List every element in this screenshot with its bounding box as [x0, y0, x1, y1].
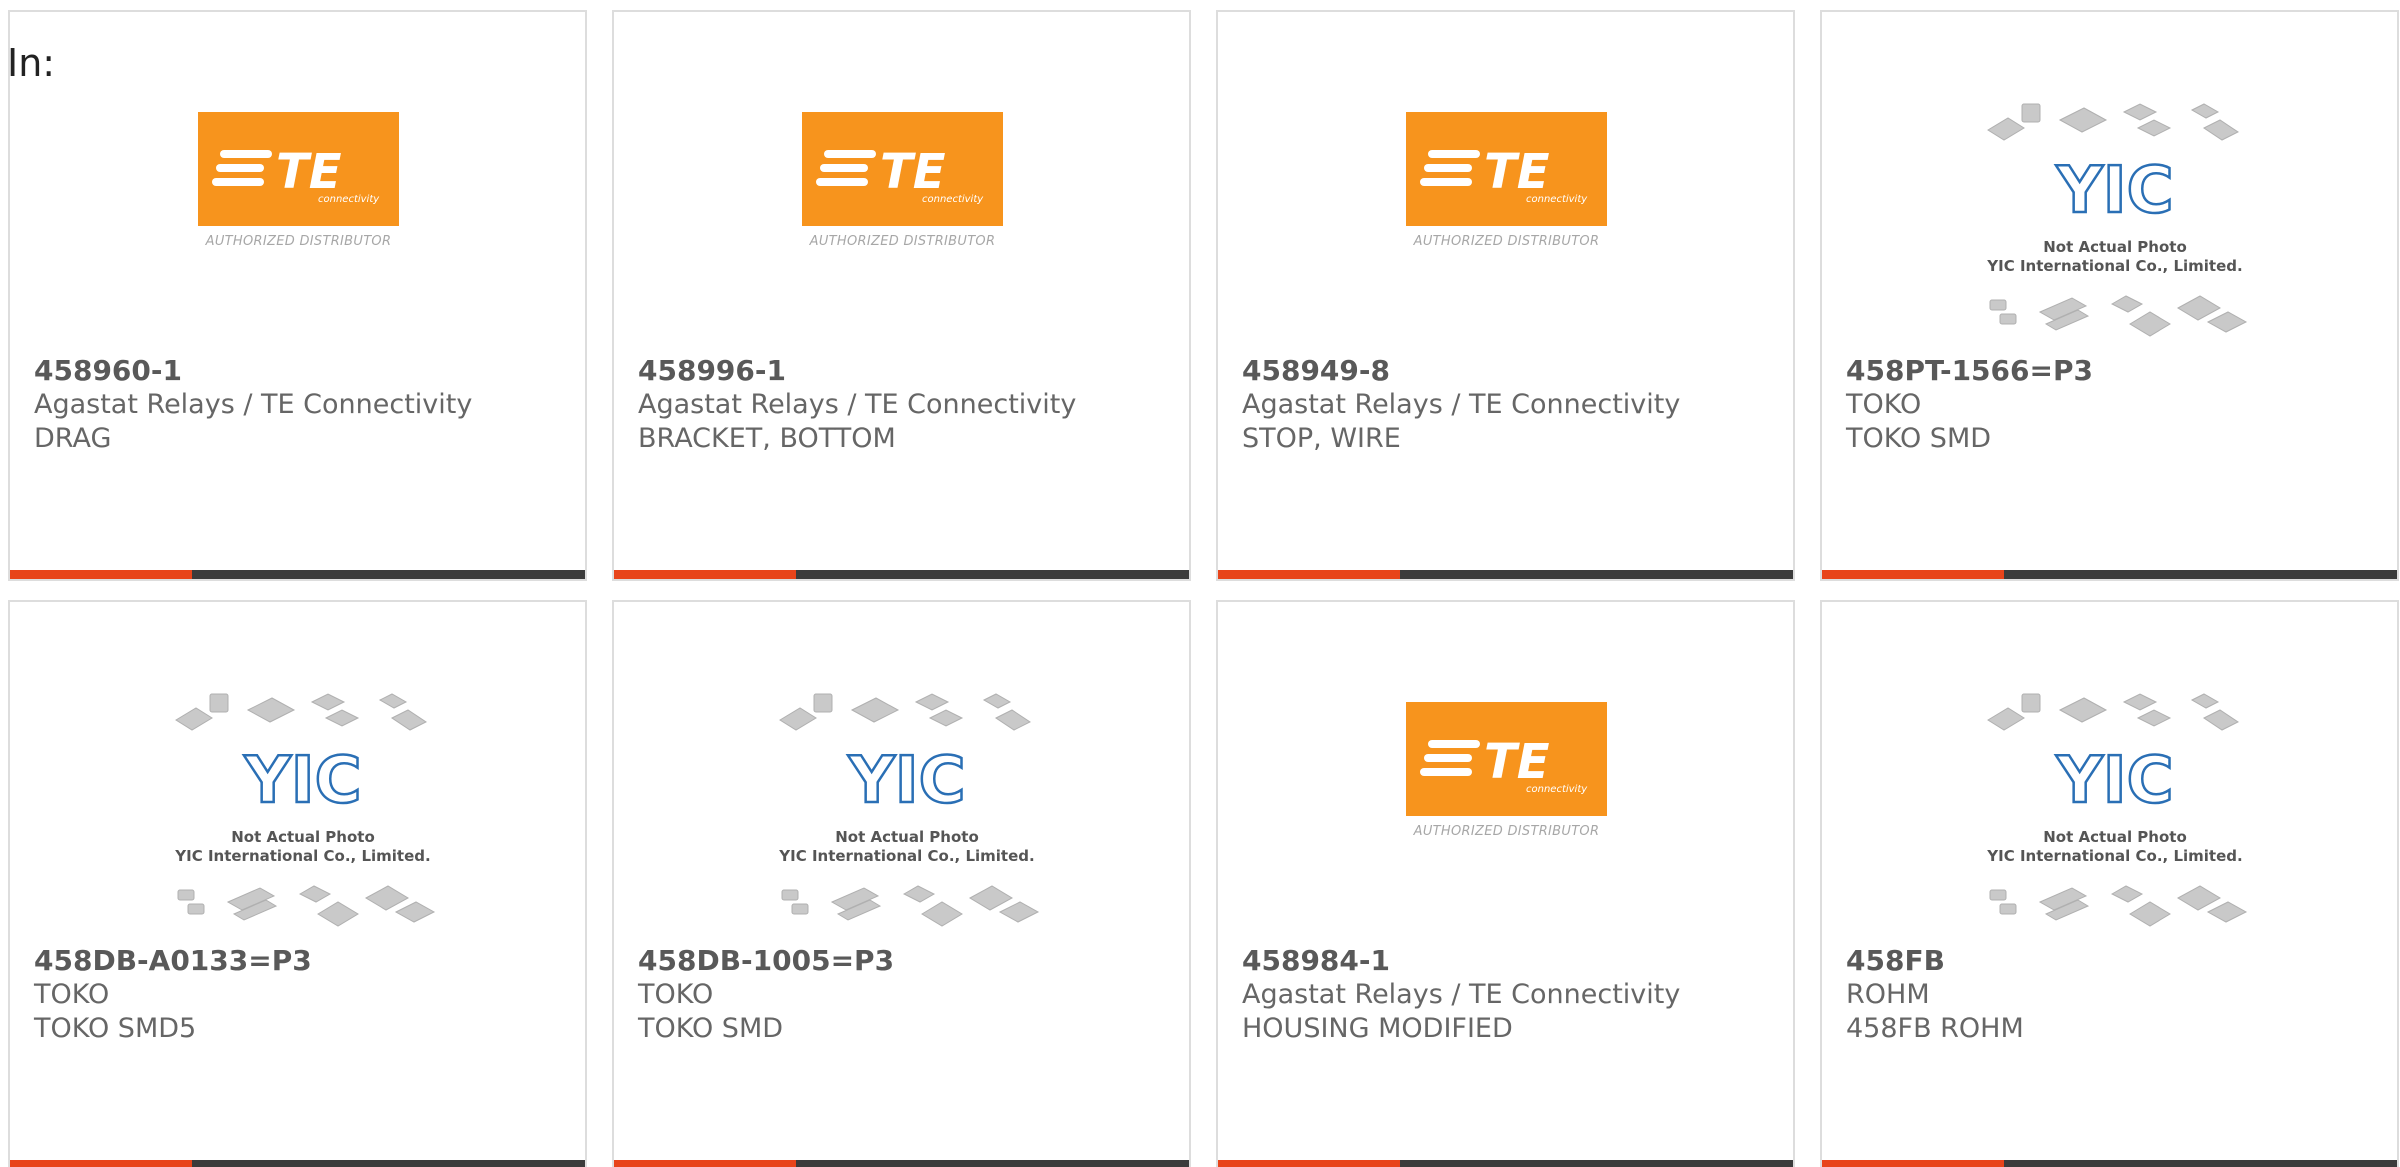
authorized-distributor-caption: AUTHORIZED DISTRIBUTOR: [1413, 234, 1600, 249]
manufacturer: ROHM: [1846, 979, 1930, 1010]
product-image: YIC Not Actual Photo YIC International C…: [1822, 692, 2397, 952]
manufacturer: TOKO: [1846, 389, 1922, 420]
description: HOUSING MODIFIED: [1242, 1013, 1513, 1044]
product-card[interactable]: TE connectivity AUTHORIZED DISTRIBUTOR 4…: [8, 10, 587, 581]
card-bottom-bar: [1218, 570, 1793, 579]
yic-placeholder-image: YIC Not Actual Photo YIC International C…: [174, 693, 436, 927]
te-connectivity-logo: TE connectivity AUTHORIZED DISTRIBUTOR: [198, 112, 399, 254]
description: STOP, WIRE: [1242, 423, 1401, 454]
product-card[interactable]: YIC Not Actual Photo YIC International C…: [612, 600, 1191, 1167]
product-card[interactable]: TE connectivity AUTHORIZED DISTRIBUTOR 4…: [612, 10, 1191, 581]
svg-text:YIC International Co., Limited: YIC International Co., Limited.: [1986, 257, 2242, 275]
authorized-distributor-caption: AUTHORIZED DISTRIBUTOR: [205, 234, 392, 249]
card-bottom-bar: [614, 570, 1189, 579]
manufacturer: Agastat Relays / TE Connectivity: [1242, 389, 1681, 420]
product-image: YIC Not Actual Photo YIC International C…: [1822, 102, 2397, 362]
card-bottom-bar: [1218, 1160, 1793, 1167]
svg-text:connectivity: connectivity: [1526, 194, 1588, 205]
authorized-distributor-caption: AUTHORIZED DISTRIBUTOR: [1413, 824, 1600, 839]
product-image: TE connectivity AUTHORIZED DISTRIBUTOR: [614, 102, 1189, 362]
description: TOKO SMD: [638, 1013, 784, 1044]
part-number[interactable]: 458PT-1566=P3: [1846, 353, 2381, 388]
part-number[interactable]: 458DB-1005=P3: [638, 943, 1173, 978]
card-bottom-bar: [10, 570, 585, 579]
product-image: TE connectivity AUTHORIZED DISTRIBUTOR: [1218, 102, 1793, 362]
yic-placeholder-image: YIC Not Actual Photo YIC International C…: [778, 693, 1040, 927]
svg-text:connectivity: connectivity: [318, 194, 380, 205]
part-number[interactable]: 458949-8: [1242, 353, 1777, 388]
yic-placeholder-image: YIC Not Actual Photo YIC International C…: [1986, 693, 2248, 927]
card-bottom-bar: [1822, 570, 2397, 579]
card-bottom-bar: [10, 1160, 585, 1167]
yic-placeholder-image: YIC Not Actual Photo YIC International C…: [1986, 103, 2248, 337]
svg-text:YIC International Co., Limited: YIC International Co., Limited.: [778, 847, 1034, 865]
product-card[interactable]: TE connectivity AUTHORIZED DISTRIBUTOR 4…: [1216, 10, 1795, 581]
svg-text:YIC: YIC: [2055, 154, 2173, 228]
svg-text:YIC: YIC: [847, 744, 965, 818]
product-image: YIC Not Actual Photo YIC International C…: [614, 692, 1189, 952]
svg-text:TE: TE: [1484, 734, 1550, 790]
product-image: TE connectivity AUTHORIZED DISTRIBUTOR: [1218, 692, 1793, 952]
description: 458FB ROHM: [1846, 1013, 2024, 1044]
svg-text:Not Actual Photo: Not Actual Photo: [231, 828, 375, 846]
product-image: YIC Not Actual Photo YIC International C…: [10, 692, 585, 952]
manufacturer: Agastat Relays / TE Connectivity: [34, 389, 473, 420]
svg-text:YIC International Co., Limited: YIC International Co., Limited.: [174, 847, 430, 865]
manufacturer: TOKO: [34, 979, 110, 1010]
product-grid-page: In: TE connectivity AUTHORIZED DISTRIBUT…: [0, 0, 2400, 1167]
svg-text:YIC: YIC: [2055, 744, 2173, 818]
product-card[interactable]: YIC Not Actual Photo YIC International C…: [1820, 600, 2399, 1167]
card-bottom-bar: [614, 1160, 1189, 1167]
part-number[interactable]: 458984-1: [1242, 943, 1777, 978]
manufacturer: Agastat Relays / TE Connectivity: [1242, 979, 1681, 1010]
svg-text:connectivity: connectivity: [1526, 784, 1588, 795]
product-grid: TE connectivity AUTHORIZED DISTRIBUTOR 4…: [8, 10, 2399, 1167]
product-card[interactable]: YIC Not Actual Photo YIC International C…: [1820, 10, 2399, 581]
product-image: TE connectivity AUTHORIZED DISTRIBUTOR: [10, 102, 585, 362]
manufacturer: TOKO: [638, 979, 714, 1010]
te-connectivity-logo: TE connectivity AUTHORIZED DISTRIBUTOR: [1406, 702, 1607, 844]
te-connectivity-logo: TE connectivity AUTHORIZED DISTRIBUTOR: [802, 112, 1003, 254]
svg-text:Not Actual Photo: Not Actual Photo: [2043, 828, 2187, 846]
card-bottom-bar: [1822, 1160, 2397, 1167]
filter-label: In:: [7, 41, 56, 85]
part-number[interactable]: 458DB-A0133=P3: [34, 943, 569, 978]
manufacturer: Agastat Relays / TE Connectivity: [638, 389, 1077, 420]
part-number[interactable]: 458996-1: [638, 353, 1173, 388]
product-card[interactable]: TE connectivity AUTHORIZED DISTRIBUTOR 4…: [1216, 600, 1795, 1167]
part-number[interactable]: 458960-1: [34, 353, 569, 388]
svg-text:TE: TE: [880, 144, 946, 200]
svg-text:connectivity: connectivity: [922, 194, 984, 205]
svg-text:TE: TE: [276, 144, 342, 200]
svg-text:YIC International Co., Limited: YIC International Co., Limited.: [1986, 847, 2242, 865]
description: BRACKET, BOTTOM: [638, 423, 896, 454]
svg-text:YIC: YIC: [243, 744, 361, 818]
svg-text:Not Actual Photo: Not Actual Photo: [835, 828, 979, 846]
svg-text:TE: TE: [1484, 144, 1550, 200]
part-number[interactable]: 458FB: [1846, 943, 2381, 978]
description: TOKO SMD: [1846, 423, 1992, 454]
te-connectivity-logo: TE connectivity AUTHORIZED DISTRIBUTOR: [1406, 112, 1607, 254]
svg-text:Not Actual Photo: Not Actual Photo: [2043, 238, 2187, 256]
description: DRAG: [34, 423, 112, 454]
description: TOKO SMD5: [34, 1013, 197, 1044]
authorized-distributor-caption: AUTHORIZED DISTRIBUTOR: [809, 234, 996, 249]
product-card[interactable]: YIC Not Actual Photo YIC International C…: [8, 600, 587, 1167]
